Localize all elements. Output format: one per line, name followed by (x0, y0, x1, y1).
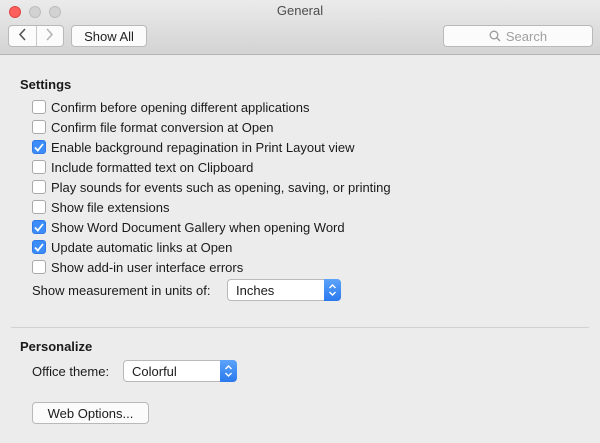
office-theme-popup[interactable]: Colorful (123, 360, 237, 382)
option-confirm-format-conversion[interactable]: Confirm file format conversion at Open (32, 118, 274, 136)
checkbox[interactable] (32, 140, 46, 154)
web-options-button[interactable]: Web Options... (32, 402, 149, 424)
option-show-file-extensions[interactable]: Show file extensions (32, 198, 170, 216)
option-label: Confirm file format conversion at Open (51, 119, 274, 135)
forward-button[interactable] (37, 26, 64, 46)
checkbox[interactable] (32, 160, 46, 174)
updown-chevron-icon (220, 360, 237, 382)
option-background-repagination[interactable]: Enable background repagination in Print … (32, 138, 355, 156)
option-label: Confirm before opening different applica… (51, 99, 310, 115)
option-update-automatic-links[interactable]: Update automatic links at Open (32, 238, 232, 256)
checkbox[interactable] (32, 200, 46, 214)
option-label: Update automatic links at Open (51, 239, 233, 255)
option-label: Show add-in user interface errors (51, 259, 244, 275)
back-button[interactable] (9, 26, 37, 46)
updown-chevron-icon (324, 279, 341, 301)
office-theme-label: Office theme: (32, 364, 110, 379)
personalize-heading: Personalize (20, 339, 93, 354)
title-bar: General Show All Search (0, 0, 600, 55)
preferences-window: General Show All Search Settings Confirm… (0, 0, 600, 443)
option-label: Include formatted text on Clipboard (51, 159, 254, 175)
units-popup[interactable]: Inches (227, 279, 341, 301)
units-value: Inches (236, 282, 275, 298)
chevron-right-icon (45, 27, 54, 45)
checkbox[interactable] (32, 120, 46, 134)
units-label: Show measurement in units of: (32, 283, 211, 298)
checkbox[interactable] (32, 240, 46, 254)
checkbox[interactable] (32, 260, 46, 274)
option-play-sounds[interactable]: Play sounds for events such as opening, … (32, 178, 391, 196)
option-show-document-gallery[interactable]: Show Word Document Gallery when opening … (32, 218, 345, 236)
show-all-button[interactable]: Show All (71, 25, 147, 47)
checkbox[interactable] (32, 180, 46, 194)
window-title: General (276, 3, 324, 18)
navigation-buttons (8, 25, 64, 47)
general-settings-panel: Settings Confirm before opening differen… (11, 68, 589, 438)
search-field[interactable]: Search (443, 25, 593, 47)
office-theme-value: Colorful (132, 363, 177, 379)
option-show-addin-errors[interactable]: Show add-in user interface errors (32, 258, 243, 276)
checkbox[interactable] (32, 220, 46, 234)
search-placeholder: Search (505, 28, 548, 44)
option-formatted-text-clipboard[interactable]: Include formatted text on Clipboard (32, 158, 253, 176)
option-label: Show file extensions (51, 199, 170, 215)
option-label: Enable background repagination in Print … (51, 139, 355, 155)
chevron-left-icon (18, 27, 27, 45)
section-divider (11, 327, 589, 328)
option-label: Play sounds for events such as opening, … (51, 179, 391, 195)
settings-heading: Settings (20, 77, 72, 92)
option-confirm-before-opening[interactable]: Confirm before opening different applica… (32, 98, 309, 116)
search-icon (489, 30, 501, 42)
checkbox[interactable] (32, 100, 46, 114)
option-label: Show Word Document Gallery when opening … (51, 219, 345, 235)
